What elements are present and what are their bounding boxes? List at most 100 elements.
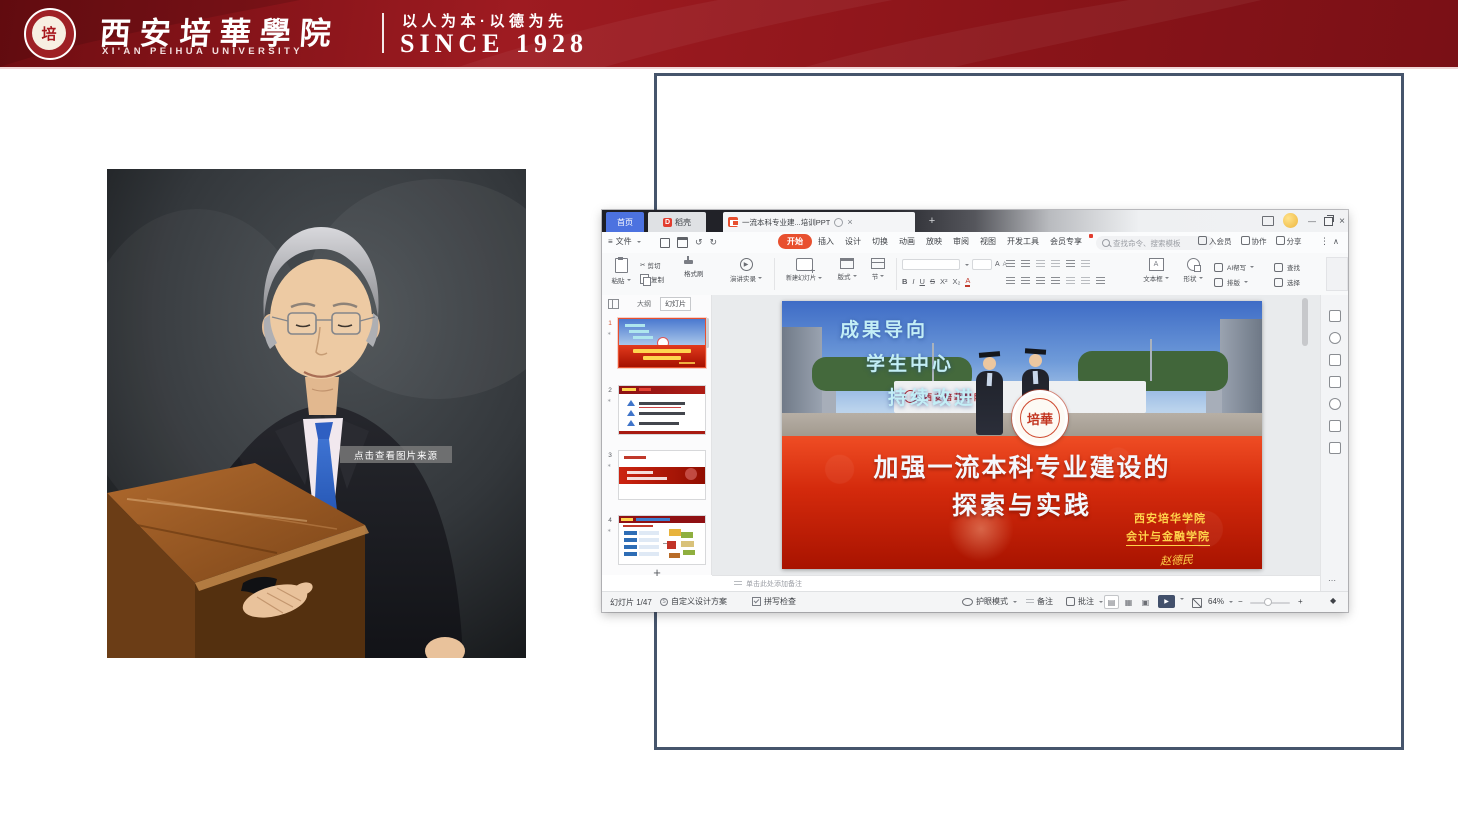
add-slide-button[interactable]: + — [646, 564, 668, 580]
more-menu-button[interactable]: ⋮ — [1320, 236, 1329, 247]
fit-to-window-button[interactable] — [1192, 598, 1202, 608]
tab-design[interactable]: 设计 — [840, 234, 866, 249]
pen-annotate-icon[interactable]: ◆ — [1330, 596, 1336, 605]
line-spacing-icon[interactable] — [1066, 260, 1075, 268]
slides-tab[interactable]: 幻灯片 — [660, 297, 691, 311]
shapes-button[interactable]: 形状 — [1178, 258, 1208, 283]
tab-member[interactable]: 会员专享 — [1045, 234, 1087, 249]
bullet-list-icon[interactable] — [1006, 260, 1015, 268]
zoom-out-button[interactable]: − — [1238, 597, 1243, 606]
save-icon[interactable] — [660, 238, 670, 248]
normal-view-button[interactable]: ▤ — [1104, 595, 1119, 609]
new-slide-button[interactable]: 新建幻灯片 — [780, 258, 828, 282]
skin-button[interactable] — [1260, 214, 1276, 228]
tab-transition[interactable]: 切换 — [867, 234, 893, 249]
paste-button[interactable]: 粘贴 — [606, 258, 636, 285]
member-button[interactable]: 入会员 — [1198, 236, 1232, 247]
slide-thumbnail-1[interactable] — [618, 318, 706, 368]
align-right-icon[interactable] — [1036, 277, 1045, 285]
indent-increase-icon[interactable] — [1051, 260, 1060, 268]
tab-document[interactable]: 一流本科专业建...培训PPT × — [723, 212, 915, 232]
ai-write-button[interactable]: AI帮写 — [1214, 262, 1254, 272]
strip-more-icon[interactable]: ⋯ — [1328, 576, 1336, 585]
format-painter-button[interactable]: 格式刷 — [684, 268, 704, 278]
slide-thumbnail-2[interactable] — [618, 385, 706, 435]
tab-docer[interactable]: D 稻壳 — [648, 212, 706, 232]
tab-start[interactable]: 开始 — [778, 234, 812, 249]
format-painter-icon-slot[interactable] — [684, 260, 704, 264]
tab-home[interactable]: 首页 — [606, 212, 644, 232]
indent-decrease-icon[interactable] — [1036, 260, 1045, 268]
slide-thumbnail-3[interactable] — [618, 450, 706, 500]
slide-thumbnail-4[interactable] — [618, 515, 706, 565]
text-direction-icon[interactable] — [1081, 260, 1090, 268]
tab-view[interactable]: 视图 — [975, 234, 1001, 249]
align-objects-icon[interactable] — [1081, 277, 1090, 285]
panel-view-icon[interactable] — [608, 299, 619, 309]
eye-protect-toggle[interactable]: 护眼模式 — [962, 596, 1017, 607]
resource-panel-icon[interactable] — [1329, 420, 1341, 432]
font-size-select[interactable] — [972, 259, 992, 270]
close-button[interactable]: × — [1336, 214, 1348, 228]
zoom-in-button[interactable]: + — [1298, 597, 1303, 606]
tab-review[interactable]: 审阅 — [948, 234, 974, 249]
tab-close-icon[interactable]: × — [847, 217, 852, 227]
select-button[interactable]: 选择 — [1274, 277, 1300, 287]
undo-icon[interactable]: ↺ — [695, 237, 703, 248]
tab-devtools[interactable]: 开发工具 — [1002, 234, 1044, 249]
numbered-list-icon[interactable] — [1021, 260, 1030, 268]
find-button[interactable]: 查找 — [1274, 262, 1300, 272]
align-center-icon[interactable] — [1021, 277, 1030, 285]
bold-button[interactable]: B — [902, 277, 907, 286]
spellcheck-status[interactable]: 拼写检查 — [752, 596, 796, 607]
design-panel-icon[interactable] — [1329, 354, 1341, 366]
clipped-ribbon-button[interactable] — [1326, 257, 1348, 291]
subscript-button[interactable]: X₂ — [952, 277, 960, 286]
copy-button[interactable]: 复制 — [640, 274, 664, 284]
settings-panel-icon[interactable] — [1329, 442, 1341, 454]
rehearse-button[interactable]: ▶ 演讲实录 — [722, 258, 770, 283]
strike-button[interactable]: S — [930, 277, 935, 286]
properties-panel-icon[interactable] — [1329, 310, 1341, 322]
file-menu[interactable]: ≡ 文件 — [608, 236, 641, 247]
slide-canvas[interactable]: 西安培華學院 成果导向 学生中心 持续改进 加强一流本科专业建设的 探索与实践 … — [782, 301, 1262, 569]
font-color-button[interactable]: A — [965, 276, 970, 287]
font-name-select[interactable] — [902, 259, 960, 270]
outline-tab[interactable]: 大纲 — [634, 298, 654, 310]
slide-sorter-view-button[interactable]: ▦ — [1121, 595, 1136, 609]
align-justify-icon[interactable] — [1051, 277, 1060, 285]
notes-toggle[interactable]: 备注 — [1026, 596, 1053, 607]
tab-animation[interactable]: 动画 — [894, 234, 920, 249]
underline-button[interactable]: U — [920, 277, 925, 286]
play-dropdown[interactable] — [1178, 597, 1184, 601]
tab-insert[interactable]: 插入 — [813, 234, 839, 249]
columns-icon[interactable] — [1066, 277, 1075, 285]
panel-scrollbar[interactable] — [706, 318, 709, 348]
minimize-button[interactable]: — — [1305, 214, 1319, 228]
italic-button[interactable]: I — [912, 277, 914, 286]
zoom-slider-knob[interactable] — [1264, 598, 1272, 606]
editor-scrollbar[interactable] — [1302, 298, 1308, 572]
play-slideshow-button[interactable]: ▶ — [1158, 595, 1175, 608]
tab-slideshow[interactable]: 放映 — [921, 234, 947, 249]
restore-button[interactable] — [1321, 214, 1335, 228]
scrollbar-thumb[interactable] — [1302, 298, 1308, 346]
zoom-level[interactable]: 64% — [1208, 597, 1233, 606]
share-button[interactable]: 分享 — [1276, 236, 1302, 247]
arrange-button[interactable]: 排版 — [1214, 277, 1254, 287]
collapse-ribbon-button[interactable]: ∧ — [1333, 237, 1339, 246]
reading-view-button[interactable]: ▣ — [1138, 595, 1153, 609]
textbox-button[interactable]: A 文本框 — [1138, 258, 1174, 283]
print-icon[interactable] — [677, 237, 688, 248]
theme-scheme[interactable]: S 自定义设计方案 — [660, 596, 727, 607]
redo-icon[interactable]: ↻ — [710, 237, 718, 248]
command-search-box[interactable]: 查找命令、搜索模板 — [1096, 236, 1214, 250]
animation-panel-icon[interactable] — [1329, 332, 1341, 344]
comments-toggle[interactable]: 批注 — [1066, 596, 1103, 607]
cut-button[interactable]: ✂剪切 — [640, 260, 664, 270]
section-button[interactable]: 节 — [866, 258, 890, 281]
notes-bar[interactable]: 单击此处添加备注 — [712, 575, 1320, 591]
help-panel-icon[interactable] — [1329, 398, 1341, 410]
user-avatar[interactable] — [1283, 213, 1298, 228]
align-left-icon[interactable] — [1006, 277, 1015, 285]
